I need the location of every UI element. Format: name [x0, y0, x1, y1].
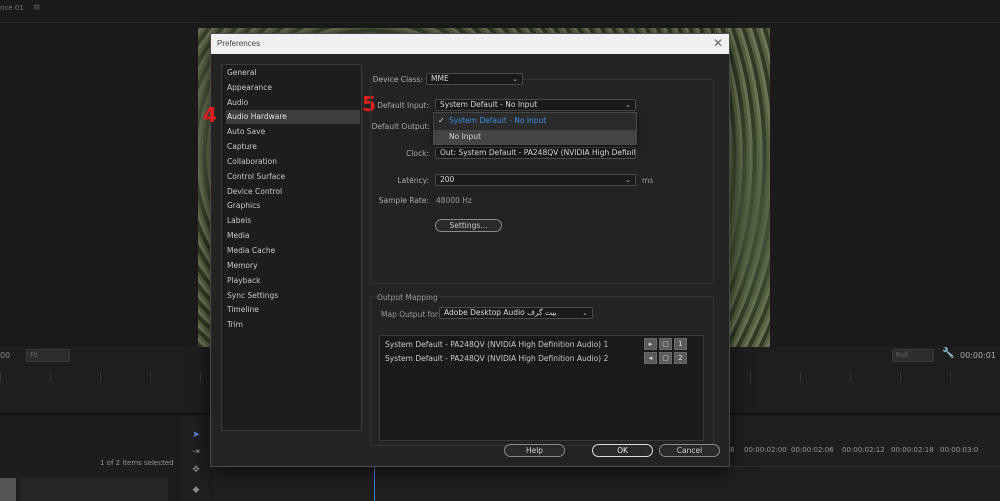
default-input-menu: ✓ System Default - No Input No Input: [433, 112, 637, 145]
channel-number-1[interactable]: 1: [674, 338, 687, 350]
default-input-label: Default Input:: [377, 101, 429, 110]
category-device-control[interactable]: Device Control: [226, 185, 360, 199]
speaker-icon[interactable]: ◂: [644, 352, 657, 364]
cancel-button[interactable]: Cancel: [659, 444, 720, 457]
latency-unit: ms: [642, 176, 654, 185]
program-timecode: 00:00:01: [960, 351, 996, 360]
menu-item-system-default-no-input[interactable]: ✓ System Default - No Input: [434, 114, 636, 128]
channel-box-icon[interactable]: ▢: [659, 352, 672, 364]
category-audio-hardware[interactable]: Audio Hardware: [226, 110, 360, 124]
map-output-dropdown[interactable]: Adobe Desktop Audio بیت گرف ⌄: [439, 307, 593, 319]
clip-thumbnail[interactable]: [0, 478, 16, 501]
channel-box-icon[interactable]: ▢: [659, 338, 672, 350]
default-input-dropdown[interactable]: System Default - No Input ⌄: [435, 99, 636, 111]
timeline-time-label: 00:00:02:12: [842, 446, 885, 454]
category-media[interactable]: Media: [226, 229, 360, 243]
category-playback[interactable]: Playback: [226, 274, 360, 288]
timeline-time-label: 8: [730, 446, 735, 454]
ripple-edit-tool-icon[interactable]: ✥: [190, 465, 202, 475]
speaker-icon[interactable]: ▸: [644, 338, 657, 350]
help-button[interactable]: Help: [504, 444, 565, 457]
map-output-value: Adobe Desktop Audio بیت گرف: [444, 308, 557, 317]
category-media-cache[interactable]: Media Cache: [226, 244, 360, 258]
dialog-title: Preferences: [217, 39, 261, 48]
chevron-down-icon: ⌄: [625, 101, 631, 109]
playhead[interactable]: [374, 466, 375, 501]
items-selected-text: 1 of 2 items selected: [100, 459, 174, 467]
timeline-time-label: 00:00:02:06: [791, 446, 834, 454]
category-trim[interactable]: Trim: [226, 318, 360, 332]
source-timecode: 00: [0, 351, 11, 360]
clock-value: Out: System Default - PA248QV (NVIDIA Hi…: [440, 148, 636, 157]
latency-label: Latency:: [397, 176, 429, 185]
clock-dropdown[interactable]: Out: System Default - PA248QV (NVIDIA Hi…: [435, 147, 636, 159]
step-annotation-4: 4: [203, 103, 217, 127]
default-output-label: Default Output:: [371, 122, 430, 131]
default-input-value: System Default - No Input: [440, 100, 538, 109]
latency-dropdown[interactable]: 200 ⌄: [435, 174, 636, 186]
track-select-tool-icon[interactable]: ⇥: [190, 447, 202, 457]
menu-item-label: System Default - No Input: [449, 116, 547, 125]
preferences-dialog: Preferences ✕ General Appearance Audio A…: [203, 33, 730, 467]
device-class-label: Device Class:: [372, 75, 423, 84]
resolution-dropdown[interactable]: Full: [892, 349, 934, 362]
razor-tool-icon[interactable]: ◆: [190, 485, 202, 495]
output-mapping-heading: Output Mapping: [377, 293, 438, 302]
clock-label: Clock:: [406, 149, 429, 158]
clip-thumbnail[interactable]: [20, 478, 168, 501]
category-general[interactable]: General: [226, 66, 360, 80]
output-channel-list: [379, 335, 704, 441]
sample-rate-value: 48000 Hz: [436, 196, 472, 205]
timeline-time-label: 00:00:03:0: [940, 446, 979, 454]
chevron-down-icon: ⌄: [512, 75, 518, 83]
category-audio[interactable]: Audio: [226, 96, 360, 110]
menu-item-no-input[interactable]: No Input: [434, 130, 636, 144]
menu-item-label: No Input: [449, 132, 482, 141]
category-timeline[interactable]: Timeline: [226, 303, 360, 317]
chevron-down-icon: ⌄: [625, 176, 631, 184]
category-capture[interactable]: Capture: [226, 140, 360, 154]
settings-button[interactable]: Settings...: [435, 219, 502, 232]
sequence-tab-title[interactable]: nce 01: [0, 4, 24, 12]
panel-divider: [0, 22, 1000, 23]
sample-rate-label: Sample Rate:: [378, 196, 429, 205]
ok-button[interactable]: OK: [592, 444, 653, 457]
category-list: General Appearance Audio Audio Hardware …: [221, 64, 362, 431]
device-class-dropdown[interactable]: MME ⌄: [426, 73, 523, 85]
fit-dropdown-left[interactable]: Fit: [26, 349, 70, 362]
category-appearance[interactable]: Appearance: [226, 81, 360, 95]
map-output-label: Map Output for:: [381, 310, 441, 319]
channel-number-2[interactable]: 2: [674, 352, 687, 364]
category-control-surface[interactable]: Control Surface: [226, 170, 360, 184]
category-collaboration[interactable]: Collaboration: [226, 155, 360, 169]
checkmark-icon: ✓: [438, 116, 445, 125]
selection-tool-icon[interactable]: ➤: [190, 430, 202, 440]
category-graphics[interactable]: Graphics: [226, 199, 360, 213]
chevron-down-icon: ⌄: [625, 149, 631, 157]
chevron-down-icon: ⌄: [582, 309, 588, 317]
hamburger-icon[interactable]: ≡: [33, 3, 41, 13]
latency-value: 200: [440, 175, 455, 184]
close-icon[interactable]: ✕: [713, 36, 723, 50]
category-sync-settings[interactable]: Sync Settings: [226, 289, 360, 303]
output-channel-row[interactable]: System Default - PA248QV (NVIDIA High De…: [385, 340, 608, 349]
category-auto-save[interactable]: Auto Save: [226, 125, 360, 139]
category-labels[interactable]: Labels: [226, 214, 360, 228]
device-class-value: MME: [431, 74, 449, 83]
category-memory[interactable]: Memory: [226, 259, 360, 273]
timeline-time-label: 00:00:02:00: [744, 446, 787, 454]
output-channel-row[interactable]: System Default - PA248QV (NVIDIA High De…: [385, 354, 608, 363]
timeline-time-label: 00:00:02:18: [891, 446, 934, 454]
wrench-icon[interactable]: 🔧: [942, 348, 954, 359]
dialog-titlebar[interactable]: Preferences ✕: [211, 34, 729, 54]
